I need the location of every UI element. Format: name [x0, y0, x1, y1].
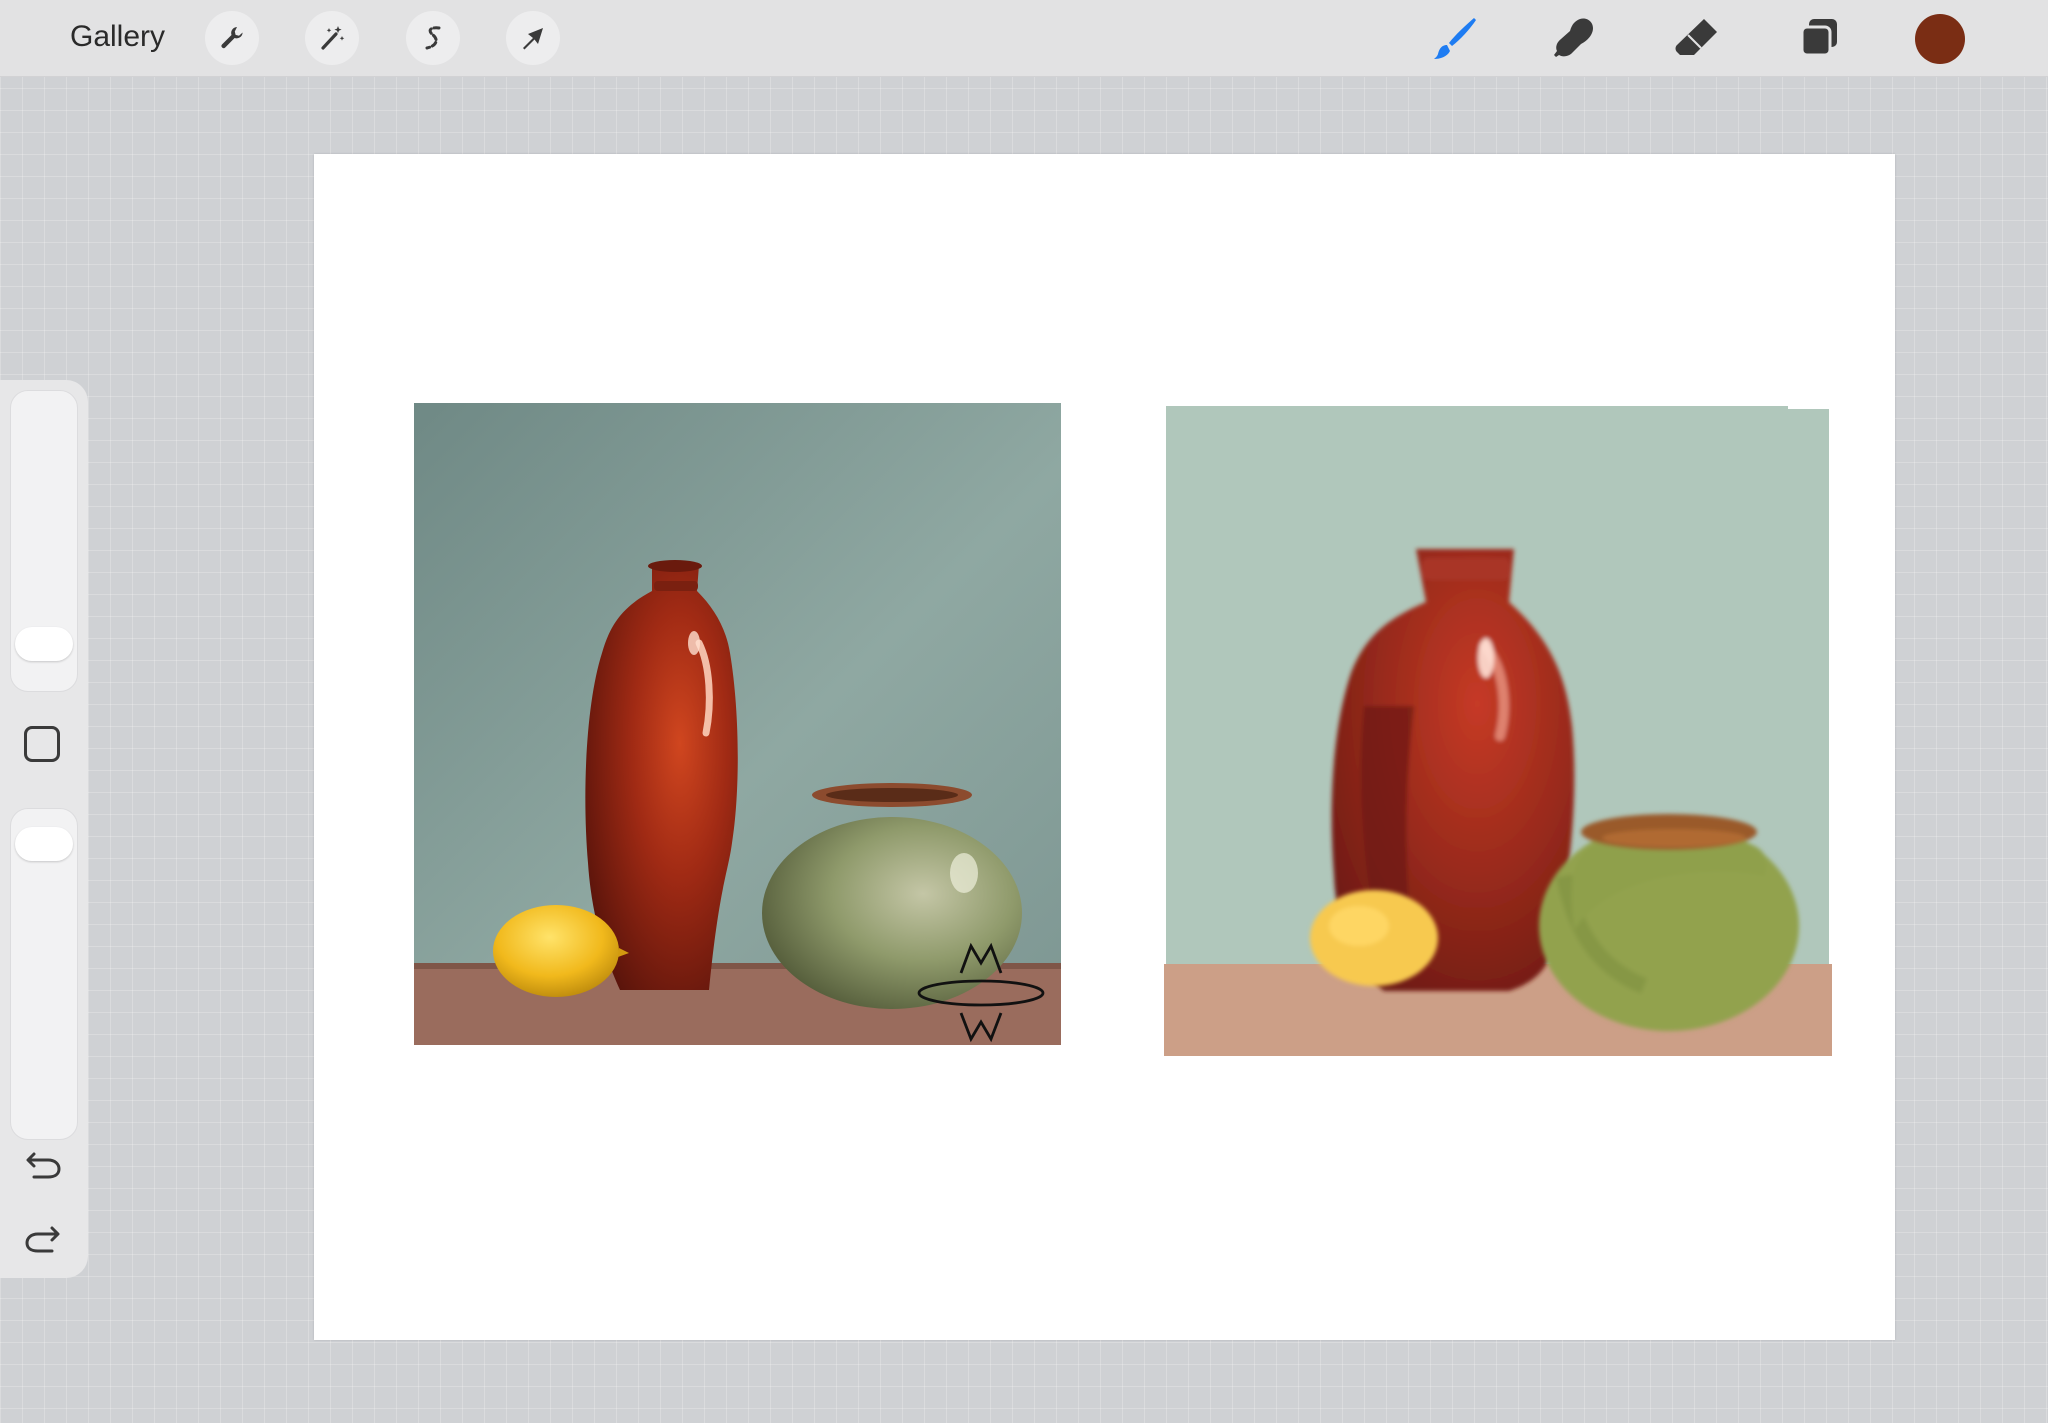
smudge-finger-icon: [1554, 18, 1593, 58]
actions-button[interactable]: [205, 11, 259, 65]
undo-icon: [26, 1152, 61, 1179]
layers-icon: [1800, 19, 1837, 57]
reference-photo: [414, 403, 1061, 1045]
transform-button[interactable]: [506, 11, 560, 65]
selection-s-icon: [425, 26, 441, 50]
selection-button[interactable]: [406, 11, 460, 65]
eraser-tool-button[interactable]: [1669, 10, 1725, 66]
layers-tool-button[interactable]: [1791, 10, 1847, 66]
adjustments-button[interactable]: [305, 11, 359, 65]
opacity-slider[interactable]: [10, 808, 78, 1140]
modify-button[interactable]: [24, 726, 60, 762]
redo-icon: [25, 1226, 60, 1253]
drawing-canvas[interactable]: [314, 154, 1895, 1340]
painted-study: [1164, 406, 1839, 1056]
brush-icon: [1434, 18, 1476, 59]
left-sidebar: [0, 380, 88, 1278]
brush-tool-button[interactable]: [1427, 10, 1483, 66]
color-swatch[interactable]: [1915, 14, 1965, 64]
arrow-cursor-icon: [523, 28, 543, 50]
undo-button[interactable]: [20, 1140, 66, 1186]
redo-button[interactable]: [20, 1214, 66, 1260]
brush-size-slider[interactable]: [10, 390, 78, 692]
eraser-icon: [1675, 19, 1717, 55]
opacity-knob[interactable]: [15, 827, 73, 862]
gallery-button[interactable]: Gallery: [62, 14, 173, 60]
smudge-tool-button[interactable]: [1547, 10, 1603, 66]
wrench-icon: [221, 27, 243, 49]
top-toolbar: Gallery: [0, 0, 2048, 77]
magic-wand-icon: [321, 26, 345, 50]
brush-size-knob[interactable]: [15, 627, 73, 662]
